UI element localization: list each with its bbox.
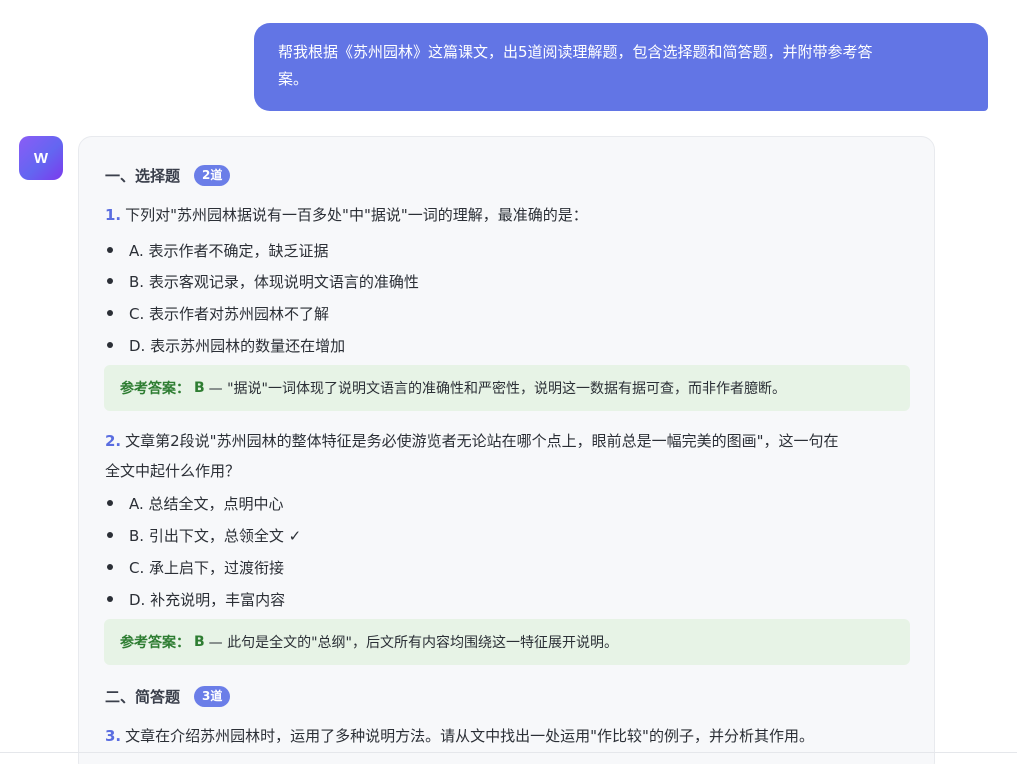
answer-label: 参考答案： [120,635,190,651]
user-message-line-2: 案。 [278,70,309,88]
bullet-icon [107,310,113,316]
answer-explanation: — "据说"一词体现了说明文语言的准确性和严密性，说明这一数据有据可查，而非作者… [208,381,786,397]
question-3: 3. 文章在介绍苏州园林时，运用了多种说明方法。请从文中找出一处运用"作比较"的例… [105,721,915,751]
q2-reference-answer: 参考答案： B — 此句是全文的"总纲"，后文所有内容均围绕这一特征展开说明。 [104,619,910,665]
option-text: A. 表示作者不确定，缺乏证据 [129,241,329,260]
section-title: 二、简答题 [105,687,181,706]
q2-option-a: A. 总结全文，点明中心 [107,491,284,515]
q1-reference-answer: 参考答案： B — "据说"一词体现了说明文语言的准确性和严密性，说明这一数据有… [104,365,910,411]
section-multiple-choice-header: 一、选择题 2道 [105,163,231,187]
q1-option-a: A. 表示作者不确定，缺乏证据 [107,238,329,262]
question-text-line-2: 全文中起什么作用？ [105,462,241,480]
avatar-letter: W [33,149,49,167]
section-title: 一、选择题 [105,166,181,185]
q2-option-d: D. 补充说明，丰富内容 [107,587,285,611]
option-text: A. 总结全文，点明中心 [129,494,284,513]
option-text: B. 表示客观记录，体现说明文语言的准确性 [129,272,419,291]
q1-option-c: C. 表示作者对苏州园林不了解 [107,301,329,325]
bullet-icon [107,564,113,570]
bullet-icon [107,342,113,348]
bullet-icon [107,500,113,506]
question-2: 2. 文章第2段说"苏州园林的整体特征是务必使游览者无论站在哪个点上，眼前总是一幅… [105,426,915,486]
question-number: 1. [105,206,122,224]
bullet-icon [107,596,113,602]
q2-option-b: B. 引出下文，总领全文 ✓ [107,523,301,547]
bottom-divider [0,752,1017,753]
option-text: C. 承上启下，过渡衔接 [129,558,285,577]
question-count-badge: 2道 [194,164,231,186]
q2-option-c: C. 承上启下，过渡衔接 [107,555,284,579]
option-text: D. 补充说明，丰富内容 [129,590,286,609]
question-1: 1. 下列对"苏州园林据说有一百多处"中"据说"一词的理解，最准确的是： [105,200,915,230]
assistant-avatar: W [19,136,63,180]
bullet-icon [107,532,113,538]
option-text: C. 表示作者对苏州园林不了解 [129,304,330,323]
user-message-bubble: 帮我根据《苏州园林》这篇课文，出5道阅读理解题，包含选择题和简答题，并附带参考答… [254,23,988,111]
question-text-line-1: 文章第2段说"苏州园林的整体特征是务必使游览者无论站在哪个点上，眼前总是一幅完美… [125,432,839,450]
option-text: D. 表示苏州园林的数量还在增加 [129,336,346,355]
q1-option-d: D. 表示苏州园林的数量还在增加 [107,333,345,357]
answer-explanation: — 此句是全文的"总纲"，后文所有内容均围绕这一特征展开说明。 [208,635,618,651]
question-number: 3. [105,727,122,745]
option-text: B. 引出下文，总领全文 ✓ [129,526,302,545]
section-short-answer-header: 二、简答题 3道 [105,684,231,708]
q1-option-b: B. 表示客观记录，体现说明文语言的准确性 [107,269,419,293]
question-text: 下列对"苏州园林据说有一百多处"中"据说"一词的理解，最准确的是： [125,206,588,224]
answer-letter: B [194,634,205,650]
question-text: 文章在介绍苏州园林时，运用了多种说明方法。请从文中找出一处运用"作比较"的例子，… [125,727,814,745]
assistant-message-card: 一、选择题 2道 1. 下列对"苏州园林据说有一百多处"中"据说"一词的理解，最准… [78,136,935,764]
answer-label: 参考答案： [120,381,190,397]
answer-letter: B [194,380,205,396]
user-message-line-1: 帮我根据《苏州园林》这篇课文，出5道阅读理解题，包含选择题和简答题，并附带参考答 [278,43,873,61]
question-count-badge: 3道 [194,685,231,707]
bullet-icon [107,278,113,284]
bullet-icon [107,247,113,253]
question-number: 2. [105,432,122,450]
